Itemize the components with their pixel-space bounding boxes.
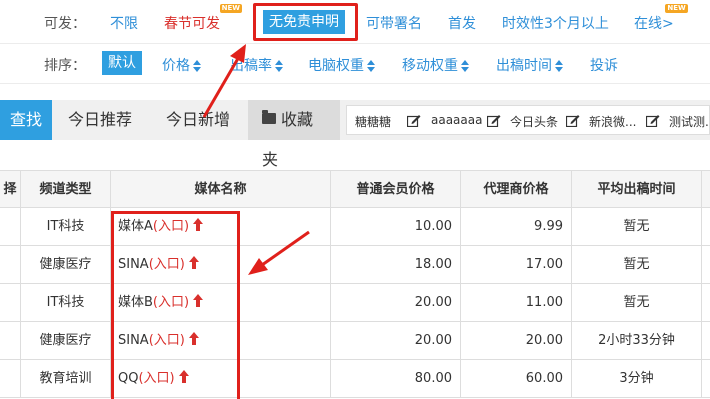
page: 可发： 不限 春节可发 NEW 无免责申明 可带署名 首发 时效性3个月以上 在… <box>0 0 710 399</box>
table-row: 教育培训 QQ(入口) 80.00 60.00 3分钟 <box>0 360 710 398</box>
select-cell[interactable] <box>0 246 21 284</box>
edit-icon[interactable] <box>487 114 501 127</box>
table-row: 健康医疗 SINA(入口) 18.00 17.00 暂无 <box>0 246 710 284</box>
sort-option-time[interactable]: 出稿时间 <box>496 55 563 75</box>
filter-option-label: 在线 <box>634 16 662 32</box>
tab-today-recommend[interactable]: 今日推荐 <box>54 100 146 140</box>
sort-option-default[interactable]: 默认 <box>102 51 142 75</box>
edit-icon[interactable] <box>566 114 580 127</box>
select-cell[interactable] <box>0 284 21 322</box>
tab-toolbar: 查找 今日推荐 今日新增 收藏夹 糖糖糖 aaaaaaa 今日头条 新浪微...… <box>0 100 710 169</box>
sort-option-price[interactable]: 价格 <box>162 55 201 75</box>
sort-option-complaint[interactable]: 投诉 <box>590 55 618 75</box>
avg-time-cell: 暂无 <box>572 246 702 284</box>
table-row: 健康医疗 SINA(入口) 20.00 20.00 2小时33分钟 <box>0 322 710 360</box>
header-member-price: 普通会员价格 <box>331 171 461 209</box>
member-price-cell: 10.00 <box>331 208 461 246</box>
filter-option-label: 春节可发 <box>164 16 220 32</box>
favorite-shortcuts: 糖糖糖 aaaaaaa 今日头条 新浪微... 测试测... <box>346 105 710 135</box>
shortcut-item[interactable]: 糖糖糖 <box>355 113 391 130</box>
member-price-cell: 18.00 <box>331 246 461 284</box>
filter-option-timeliness[interactable]: 时效性3个月以上 <box>502 13 609 33</box>
channel-cell: IT科技 <box>21 284 111 322</box>
agent-price-cell: 60.00 <box>461 360 572 398</box>
select-cell[interactable] <box>0 208 21 246</box>
table-header: 择 频道类型 媒体名称 普通会员价格 代理商价格 平均出稿时间 <box>0 170 710 209</box>
avg-time-cell: 暂无 <box>572 208 702 246</box>
overflow-cell <box>702 284 710 322</box>
channel-cell: 健康医疗 <box>21 246 111 284</box>
sort-option-label: 价格 <box>162 58 190 74</box>
channel-cell: 健康医疗 <box>21 322 111 360</box>
sort-row: 排序： 默认 价格 出稿率 电脑权重 移动权重 出稿时间 投诉 <box>0 44 710 84</box>
folder-icon <box>262 110 276 124</box>
header-overflow <box>702 171 710 209</box>
media-table: 择 频道类型 媒体名称 普通会员价格 代理商价格 平均出稿时间 IT科技 媒体A… <box>0 170 710 399</box>
sort-option-pc-weight[interactable]: 电脑权重 <box>308 55 375 75</box>
shortcut-item[interactable]: aaaaaaa <box>431 113 482 127</box>
filter-option-first-release[interactable]: 首发 <box>448 13 476 33</box>
table-row: IT科技 媒体B(入口) 20.00 11.00 暂无 <box>0 284 710 322</box>
sort-option-rate[interactable]: 出稿率 <box>230 55 283 75</box>
shortcut-item[interactable]: 测试测... <box>669 113 709 130</box>
filter-option-spring-festival[interactable]: 春节可发 NEW <box>164 4 242 33</box>
new-badge: NEW <box>219 4 242 13</box>
chevron-right-icon: > <box>662 16 674 32</box>
member-price-cell: 20.00 <box>331 284 461 322</box>
agent-price-cell: 9.99 <box>461 208 572 246</box>
sort-option-label: 电脑权重 <box>308 58 364 74</box>
edit-icon[interactable] <box>407 114 421 127</box>
filter-option-signature[interactable]: 可带署名 <box>366 13 422 33</box>
member-price-cell: 20.00 <box>331 322 461 360</box>
avg-time-cell: 暂无 <box>572 284 702 322</box>
channel-cell: 教育培训 <box>21 360 111 398</box>
search-button[interactable]: 查找 <box>0 100 52 140</box>
select-cell[interactable] <box>0 360 21 398</box>
highlight-box <box>111 211 240 399</box>
sort-caret-icon <box>193 60 201 72</box>
header-media: 媒体名称 <box>111 171 331 209</box>
header-channel: 频道类型 <box>21 171 111 209</box>
sort-option-label: 出稿时间 <box>496 58 552 74</box>
avg-time-cell: 2小时33分钟 <box>572 322 702 360</box>
sort-option-mobile-weight[interactable]: 移动权重 <box>402 55 469 75</box>
sort-option-label: 出稿率 <box>230 58 272 74</box>
tab-favorites[interactable]: 收藏夹 <box>248 100 340 169</box>
publish-filter-label: 可发： <box>44 16 86 32</box>
shortcut-item[interactable]: 新浪微... <box>589 113 636 130</box>
sort-caret-icon <box>367 60 375 72</box>
header-select: 择 <box>0 171 21 209</box>
agent-price-cell: 20.00 <box>461 322 572 360</box>
table-row: IT科技 媒体A(入口) 10.00 9.99 暂无 <box>0 208 710 246</box>
channel-cell: IT科技 <box>21 208 111 246</box>
overflow-cell <box>702 246 710 284</box>
highlight-box <box>253 3 358 41</box>
filter-option-unlimited[interactable]: 不限 <box>110 13 138 33</box>
overflow-cell <box>702 208 710 246</box>
sort-option-label: 移动权重 <box>402 58 458 74</box>
sort-caret-icon <box>275 60 283 72</box>
tab-today-new[interactable]: 今日新增 <box>152 100 244 140</box>
agent-price-cell: 11.00 <box>461 284 572 322</box>
avg-time-cell: 3分钟 <box>572 360 702 398</box>
publish-filter-row: 可发： 不限 春节可发 NEW 无免责申明 可带署名 首发 时效性3个月以上 在… <box>0 0 710 44</box>
member-price-cell: 80.00 <box>331 360 461 398</box>
shortcut-item[interactable]: 今日头条 <box>510 113 558 130</box>
filter-option-online[interactable]: 在线> NEW <box>634 4 688 33</box>
sort-label: 排序： <box>44 58 86 74</box>
select-cell[interactable] <box>0 322 21 360</box>
header-agent-price: 代理商价格 <box>461 171 572 209</box>
sort-caret-icon <box>461 60 469 72</box>
overflow-cell <box>702 360 710 398</box>
edit-icon[interactable] <box>646 114 660 127</box>
sort-caret-icon <box>555 60 563 72</box>
header-avg-time: 平均出稿时间 <box>572 171 702 209</box>
overflow-cell <box>702 322 710 360</box>
new-badge: NEW <box>665 4 688 13</box>
agent-price-cell: 17.00 <box>461 246 572 284</box>
